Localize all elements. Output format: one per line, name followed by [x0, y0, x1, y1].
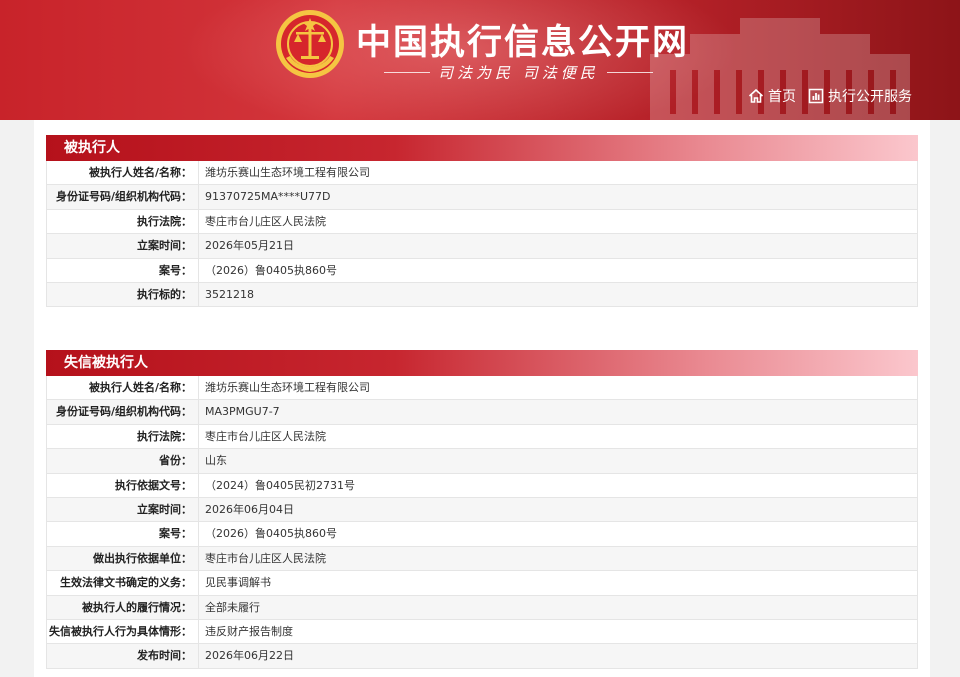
table-row: 省份： 山东 — [47, 449, 917, 474]
table-row: 被执行人的履行情况： 全部未履行 — [47, 595, 917, 620]
row-value: MA3PMGU7-7 — [205, 405, 280, 419]
row-label: 被执行人姓名/名称： — [47, 161, 199, 185]
slogan-divider — [384, 72, 430, 73]
table-row: 发布时间： 2026年06月22日 — [47, 644, 917, 669]
row-label: 省份： — [47, 449, 199, 473]
slogan: 司法为民 司法便民 — [438, 64, 599, 82]
row-label: 案号： — [47, 522, 199, 546]
dishonest-section: 失信被执行人 被执行人姓名/名称： 潍坊乐赛山生态环境工程有限公司 身份证号码/组织… — [46, 350, 918, 669]
executee-section-title: 被执行人 — [46, 135, 918, 161]
nav-home-label: 首页 — [768, 89, 796, 105]
table-row: 执行标的： 3521218 — [47, 282, 917, 308]
row-value: 枣庄市台儿庄区人民法院 — [205, 551, 326, 565]
row-value: 2026年06月04日 — [205, 502, 294, 516]
home-icon — [748, 88, 764, 103]
row-label: 失信被执行人行为具体情形： — [47, 619, 199, 644]
content-panel: 被执行人 被执行人姓名/名称： 潍坊乐赛山生态环境工程有限公司 身份证号码/组织机构… — [34, 120, 930, 677]
row-label: 案号： — [47, 258, 199, 282]
executee-table: 被执行人姓名/名称： 潍坊乐赛山生态环境工程有限公司 身份证号码/组织机构代码： 91… — [46, 161, 918, 308]
table-row: 被执行人姓名/名称： 潍坊乐赛山生态环境工程有限公司 — [47, 161, 917, 186]
row-value: 潍坊乐赛山生态环境工程有限公司 — [205, 166, 370, 179]
row-label: 立案时间： — [47, 234, 199, 258]
row-value: 91370725MA****U77D — [205, 190, 331, 204]
table-row: 生效法律文书确定的义务： 见民事调解书 — [47, 571, 917, 596]
chart-icon — [808, 88, 824, 104]
slogan-row: 司法为民 司法便民 — [384, 62, 653, 83]
row-label: 执行标的： — [47, 282, 199, 307]
table-row: 做出执行依据单位： 枣庄市台儿庄区人民法院 — [47, 546, 917, 572]
slogan-divider — [606, 72, 653, 73]
row-label: 执行法院： — [47, 424, 199, 449]
row-label: 发布时间： — [47, 644, 199, 668]
executee-section: 被执行人 被执行人姓名/名称： 潍坊乐赛山生态环境工程有限公司 身份证号码/组织机构… — [46, 135, 918, 308]
row-value: （2026）鲁0405执860号 — [205, 527, 337, 541]
row-value: （2026）鲁0405执860号 — [205, 263, 337, 277]
table-row: 身份证号码/组织机构代码： MA3PMGU7-7 — [47, 400, 917, 425]
row-value: 枣庄市台儿庄区人民法院 — [205, 214, 326, 228]
table-row: 执行法院： 枣庄市台儿庄区人民法院 — [47, 424, 917, 450]
site-header: 中国执行信息公开网 司法为民 司法便民 首页 执行公开服务 — [0, 0, 960, 120]
row-label: 执行依据文号： — [47, 473, 199, 497]
table-row: 立案时间： 2026年05月21日 — [47, 234, 917, 259]
row-label: 被执行人姓名/名称： — [47, 376, 199, 400]
row-label: 身份证号码/组织机构代码： — [47, 400, 199, 424]
table-row: 执行依据文号： （2024）鲁0405民初2731号 — [47, 473, 917, 498]
top-nav: 首页 执行公开服务 — [748, 86, 912, 106]
table-row: 失信被执行人行为具体情形： 违反财产报告制度 — [47, 619, 917, 645]
nav-execution-service[interactable]: 执行公开服务 — [808, 86, 912, 106]
nav-execution-service-label: 执行公开服务 — [828, 89, 912, 105]
row-label: 被执行人的履行情况： — [47, 595, 199, 619]
table-row: 立案时间： 2026年06月04日 — [47, 497, 917, 523]
row-value: 违反财产报告制度 — [205, 624, 293, 638]
row-value: 潍坊乐赛山生态环境工程有限公司 — [205, 381, 370, 394]
row-value: 枣庄市台儿庄区人民法院 — [205, 429, 326, 443]
row-label: 做出执行依据单位： — [47, 546, 199, 571]
row-value: 见民事调解书 — [205, 576, 271, 590]
row-value: 2026年06月22日 — [205, 649, 294, 663]
row-label: 身份证号码/组织机构代码： — [47, 185, 199, 209]
dishonest-table: 被执行人姓名/名称： 潍坊乐赛山生态环境工程有限公司 身份证号码/组织机构代码： MA… — [46, 376, 918, 669]
row-value: （2024）鲁0405民初2731号 — [205, 478, 355, 492]
row-value: 全部未履行 — [205, 600, 260, 614]
row-label: 立案时间： — [47, 497, 199, 522]
table-row: 案号： （2026）鲁0405执860号 — [47, 258, 917, 283]
site-title: 中国执行信息公开网 — [356, 23, 690, 63]
row-label: 生效法律文书确定的义务： — [47, 571, 199, 595]
row-value: 3521218 — [205, 287, 254, 301]
court-emblem-icon — [276, 10, 344, 78]
dishonest-section-title: 失信被执行人 — [46, 350, 918, 376]
nav-home[interactable]: 首页 — [748, 86, 796, 106]
table-row: 身份证号码/组织机构代码： 91370725MA****U77D — [47, 185, 917, 210]
table-row: 执行法院： 枣庄市台儿庄区人民法院 — [47, 209, 917, 235]
table-row: 被执行人姓名/名称： 潍坊乐赛山生态环境工程有限公司 — [47, 376, 917, 401]
row-label: 执行法院： — [47, 209, 199, 234]
table-row: 案号： （2026）鲁0405执860号 — [47, 522, 917, 547]
row-value: 山东 — [205, 454, 227, 468]
row-value: 2026年05月21日 — [205, 239, 294, 253]
